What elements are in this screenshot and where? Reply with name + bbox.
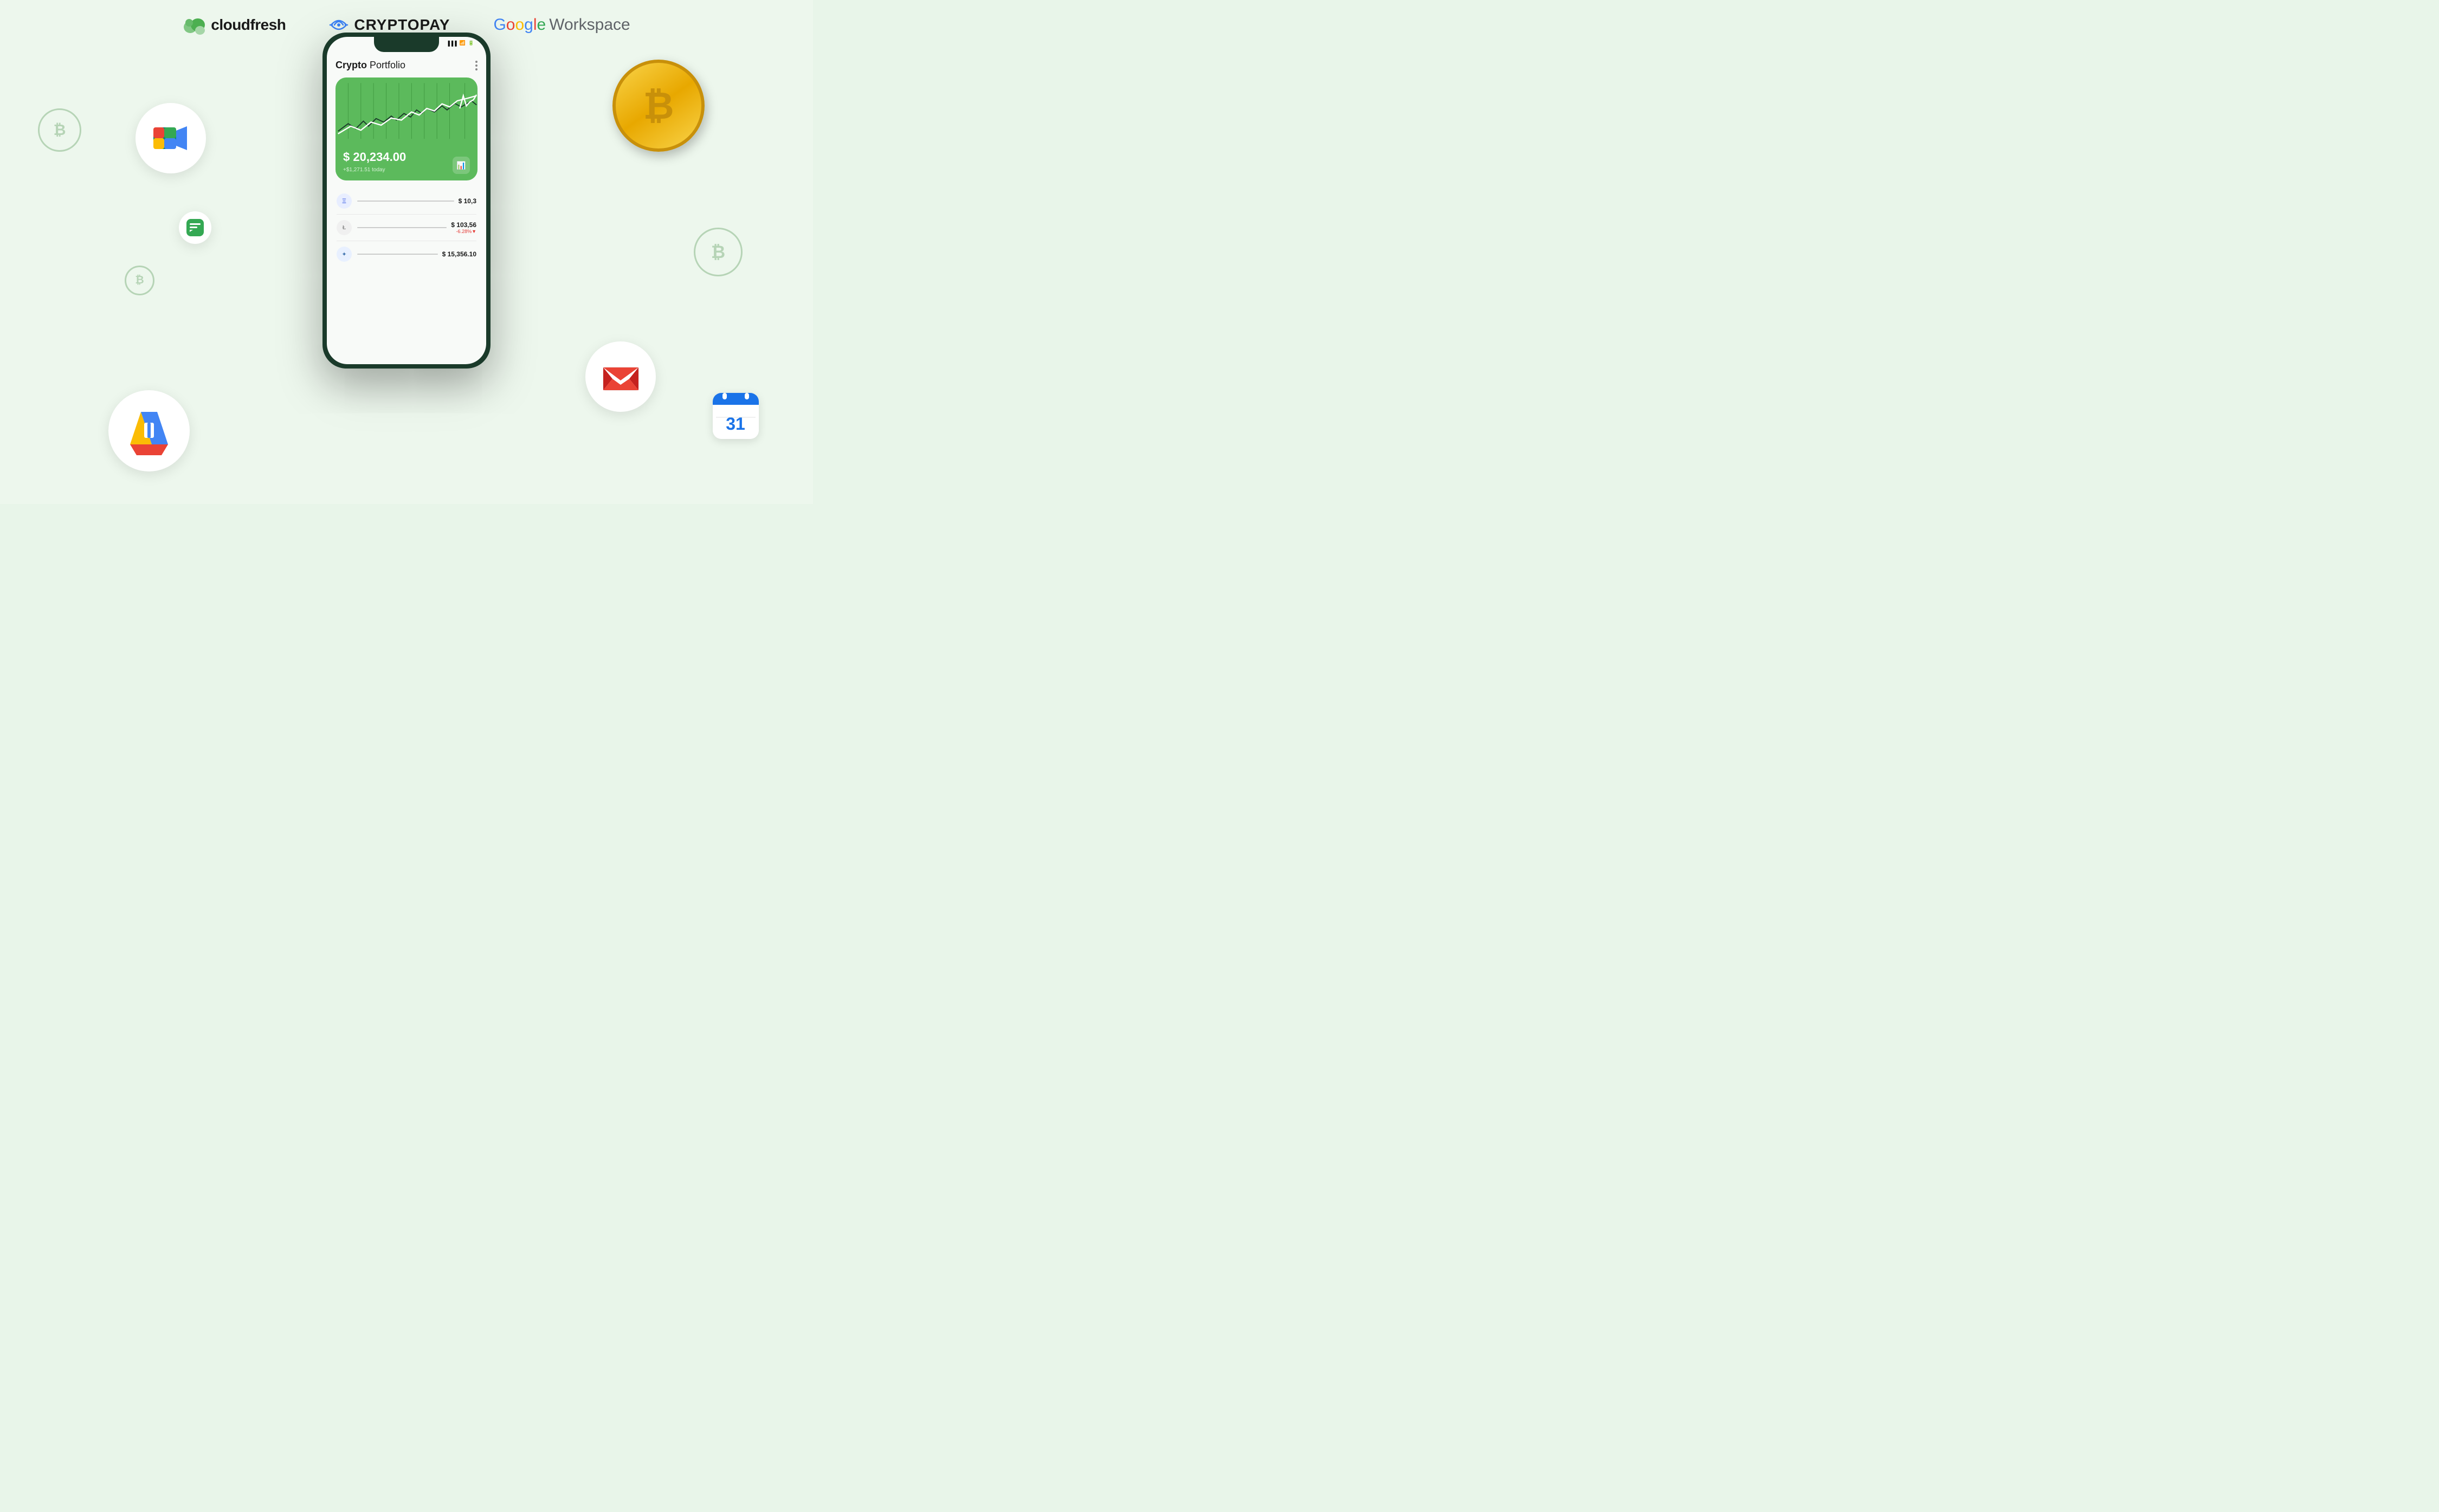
- cloudfresh-text: cloudfresh: [211, 16, 286, 34]
- crypto-item-eth: Ξ $ 10,3: [337, 188, 476, 215]
- phone-content: Crypto Portfolio: [327, 52, 486, 364]
- google-calendar-circle: 31: [713, 393, 759, 439]
- gmail-circle: [585, 341, 656, 412]
- workspace-text: Workspace: [549, 16, 630, 34]
- google-drive-icon: [125, 406, 173, 455]
- btc-gold-coin: ₿: [612, 60, 705, 152]
- ltc-change: -6.28%▼: [451, 229, 476, 234]
- google-drive-circle: [108, 390, 190, 471]
- portfolio-chart-svg: [335, 77, 478, 145]
- phone-app-title: Crypto Portfolio: [335, 60, 478, 71]
- google-chat-icon: [185, 218, 205, 237]
- ltc-icon: Ł: [337, 220, 352, 235]
- g-letter-red2: l: [533, 16, 537, 34]
- chart-change: +$1,271.51 today: [343, 167, 385, 173]
- google-workspace-logo: GoogleWorkspace: [493, 16, 630, 34]
- btc-ghost-1: ₿: [38, 108, 81, 152]
- g-letter-yellow: o: [515, 16, 524, 34]
- cloudfresh-icon: [183, 15, 205, 35]
- portfolio-text: Portfolio: [367, 60, 405, 70]
- ltc-price-col: $ 103,56 -6.28%▼: [451, 221, 476, 234]
- ltc-price: $ 103,56: [451, 221, 476, 229]
- cloudfresh-logo: cloudfresh: [183, 15, 286, 35]
- phone-screen: ▐▐▐ 📶 🔋 Crypto Portfolio: [327, 37, 486, 364]
- ltc-line: [357, 227, 447, 228]
- btc-gold-symbol: ₿: [643, 84, 674, 127]
- xrp-line: [357, 254, 438, 255]
- google-meet-circle: [136, 103, 206, 173]
- header-logos: cloudfresh CRYPTOPAY GoogleWorkspace: [0, 15, 813, 35]
- crypto-bold: Crypto: [335, 60, 367, 70]
- xrp-price-col: $ 15,356.10: [442, 250, 476, 258]
- g-letter-blue2: g: [524, 16, 533, 34]
- g-letter-green: e: [537, 16, 546, 34]
- chart-value: $ 20,234.00: [343, 150, 406, 164]
- xrp-icon: ✦: [337, 247, 352, 262]
- cryptopay-svg-icon: [329, 15, 349, 35]
- google-calendar-icon: 31: [713, 393, 759, 439]
- eth-line: [357, 201, 454, 202]
- battery-icon: 🔋: [468, 40, 474, 46]
- eth-price: $ 10,3: [459, 197, 476, 205]
- phone-notch: [374, 37, 439, 52]
- btc-ghost-2: ₿: [125, 266, 154, 295]
- xrp-price: $ 15,356.10: [442, 250, 476, 258]
- gmail-icon: [601, 357, 641, 397]
- crypto-list: Ξ $ 10,3 Ł $ 103,56 -6.28%▼: [335, 188, 478, 267]
- g-letter-red: o: [506, 16, 515, 34]
- crypto-item-ltc: Ł $ 103,56 -6.28%▼: [337, 215, 476, 241]
- google-meet-icon: [149, 117, 192, 160]
- cryptopay-text: CRYPTOPAY: [354, 16, 450, 34]
- btc-ghost-3: ₿: [694, 228, 743, 276]
- cryptopay-icon: [329, 15, 349, 35]
- wifi-icon: 📶: [460, 40, 466, 46]
- eth-icon: Ξ: [337, 193, 352, 209]
- eth-price-col: $ 10,3: [459, 197, 476, 205]
- phone-title-text: Crypto Portfolio: [335, 60, 405, 71]
- g-letter-blue: G: [493, 16, 506, 34]
- cryptopay-logo: CRYPTOPAY: [329, 15, 450, 35]
- signal-bars: ▐▐▐: [446, 41, 456, 46]
- phone-status-bar: ▐▐▐ 📶 🔋: [446, 40, 474, 46]
- svg-text:31: 31: [726, 414, 745, 434]
- google-chat-circle: [179, 211, 211, 244]
- phone-device: ▐▐▐ 📶 🔋 Crypto Portfolio: [322, 33, 491, 369]
- portfolio-chart-card: $ 20,234.00 +$1,271.51 today 📊: [335, 77, 478, 180]
- chart-bar-icon: 📊: [453, 157, 470, 174]
- more-options-button[interactable]: [475, 61, 478, 70]
- crypto-item-xrp: ✦ $ 15,356.10: [337, 241, 476, 267]
